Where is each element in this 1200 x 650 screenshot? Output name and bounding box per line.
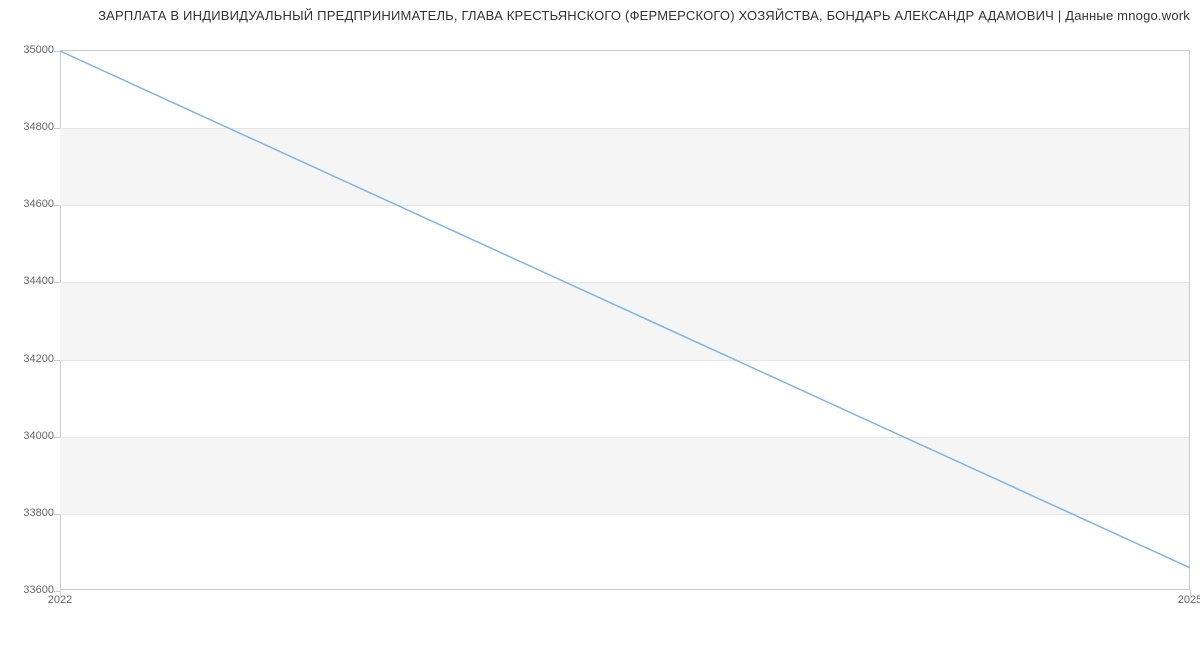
x-axis-tick-label: 2025 bbox=[1178, 594, 1200, 606]
chart-title: ЗАРПЛАТА В ИНДИВИДУАЛЬНЫЙ ПРЕДПРИНИМАТЕЛ… bbox=[0, 0, 1200, 27]
y-tick-mark bbox=[54, 128, 60, 129]
y-axis-tick-label: 34000 bbox=[4, 430, 54, 442]
chart-container: 3360033800340003420034400346003480035000… bbox=[60, 30, 1190, 620]
y-axis-tick-label: 34600 bbox=[4, 198, 54, 210]
y-tick-mark bbox=[54, 437, 60, 438]
data-line bbox=[60, 51, 1190, 568]
y-tick-mark bbox=[54, 282, 60, 283]
x-axis-tick-label: 2022 bbox=[48, 594, 72, 606]
y-axis-tick-label: 35000 bbox=[4, 44, 54, 56]
y-axis-tick-label: 34200 bbox=[4, 353, 54, 365]
y-axis-tick-label: 33800 bbox=[4, 507, 54, 519]
y-tick-mark bbox=[54, 360, 60, 361]
y-tick-mark bbox=[54, 205, 60, 206]
y-tick-mark bbox=[54, 514, 60, 515]
y-axis-tick-label: 33600 bbox=[4, 584, 54, 596]
y-axis-tick-label: 34800 bbox=[4, 121, 54, 133]
plot-area bbox=[60, 50, 1190, 590]
y-axis-tick-label: 34400 bbox=[4, 275, 54, 287]
y-tick-mark bbox=[54, 51, 60, 52]
chart-line-layer bbox=[60, 51, 1189, 590]
